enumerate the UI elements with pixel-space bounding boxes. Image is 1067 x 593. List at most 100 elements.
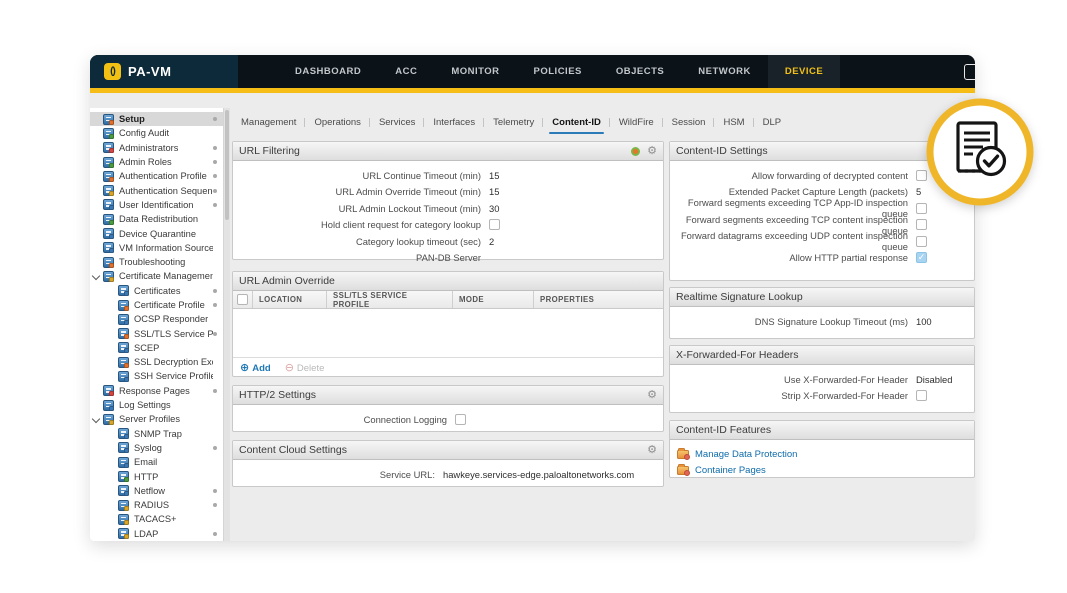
column-header-location[interactable]: LOCATION: [253, 291, 327, 308]
allow-http-partial-response-checkbox[interactable]: ✓: [916, 252, 927, 263]
delete-button[interactable]: ⊖Delete: [285, 363, 325, 374]
sidebar-item[interactable]: VM Information Sources: [90, 241, 223, 255]
gold-accent-stripe: [90, 88, 975, 93]
sidebar-item[interactable]: Syslog: [90, 441, 223, 455]
panel-title: Content-ID Settings: [676, 145, 768, 157]
sidebar-item[interactable]: Administrators: [90, 141, 223, 155]
field-value: 30: [489, 203, 499, 214]
sidebar-item[interactable]: Netflow: [90, 484, 223, 498]
sidebar-item[interactable]: SSL Decryption Exclusion: [90, 355, 223, 369]
content-cloud-settings-header: Content Cloud Settings ⚙: [233, 441, 663, 460]
setup-tab[interactable]: Interfaces: [424, 112, 484, 134]
nav-tab[interactable]: MONITOR: [434, 55, 516, 88]
nav-tab[interactable]: OBJECTS: [599, 55, 681, 88]
column-header-properties[interactable]: PROPERTIES: [534, 291, 663, 308]
sidebar-item-label: SSH Service Profile: [134, 371, 213, 381]
setup-tab[interactable]: WildFire: [610, 112, 663, 134]
netflow-icon: [118, 485, 129, 496]
sidebar-item[interactable]: Troubleshooting: [90, 255, 223, 269]
nav-tab[interactable]: DEVICE: [768, 55, 840, 88]
sidebar-item[interactable]: Admin Roles: [90, 155, 223, 169]
setup-tab[interactable]: Telemetry: [484, 112, 543, 134]
sidebar-item[interactable]: Authentication Sequence: [90, 183, 223, 197]
tacacs-icon: [118, 514, 129, 525]
setup-tab[interactable]: Services: [370, 112, 424, 134]
sidebar-scrollbar[interactable]: [223, 108, 230, 541]
sidebar-item[interactable]: Server Profiles: [90, 412, 223, 426]
add-button[interactable]: ⊕Add: [240, 363, 271, 374]
sidebar-item-label: Log Settings: [119, 400, 171, 410]
syslog-icon: [118, 442, 129, 453]
nav-tab-label: ACC: [395, 66, 417, 77]
sidebar-item[interactable]: SCEP: [90, 341, 223, 355]
setup-tab[interactable]: DLP: [754, 112, 790, 134]
column-header-mode[interactable]: MODE: [453, 291, 534, 308]
sidebar-item[interactable]: Response Pages: [90, 384, 223, 398]
field-label: Use X-Forwarded-For Header: [670, 374, 916, 385]
sidebar-item[interactable]: HTTP: [90, 469, 223, 483]
strip-xff-header-checkbox[interactable]: [916, 390, 927, 401]
nav-tab[interactable]: POLICIES: [517, 55, 599, 88]
setup-tab[interactable]: Session: [663, 112, 715, 134]
sidebar-item[interactable]: TACACS+: [90, 512, 223, 526]
sidebar-item[interactable]: Certificate Management: [90, 269, 223, 283]
container-pages-link[interactable]: Container Pages: [670, 462, 974, 478]
chevron-down-icon[interactable]: [92, 272, 100, 280]
manage-data-protection-link[interactable]: Manage Data Protection: [670, 446, 974, 462]
hold-client-request-checkbox[interactable]: [489, 219, 500, 230]
sidebar-item[interactable]: OCSP Responder: [90, 312, 223, 326]
sidebar-item[interactable]: Data Redistribution: [90, 212, 223, 226]
sidebar-item[interactable]: Log Settings: [90, 398, 223, 412]
field-label: Strip X-Forwarded-For Header: [670, 390, 916, 401]
field-label: DNS Signature Lookup Timeout (ms): [670, 316, 916, 327]
setup-tab[interactable]: Content-ID: [543, 112, 610, 134]
pan-db-status-icon[interactable]: [631, 147, 640, 156]
item-dot-icon: [213, 446, 217, 450]
nav-tab[interactable]: DASHBOARD: [278, 55, 378, 88]
forward-udp-content-queue-checkbox[interactable]: [916, 236, 927, 247]
select-all-checkbox[interactable]: [237, 294, 248, 305]
sidebar-item[interactable]: Authentication Profile: [90, 169, 223, 183]
sidebar-item[interactable]: Certificate Profile: [90, 298, 223, 312]
sidebar-item-label: VM Information Sources: [119, 243, 213, 253]
item-dot-icon: [213, 503, 217, 507]
setup-tab[interactable]: Operations: [305, 112, 369, 134]
sidebar-item-label: Data Redistribution: [119, 214, 198, 224]
chevron-down-icon[interactable]: [92, 415, 100, 423]
certificate-profile-icon: [118, 300, 129, 311]
setup-tab[interactable]: Management: [232, 112, 305, 134]
column-header-ssl-tls-profile[interactable]: SSL/TLS SERVICE PROFILE: [327, 291, 453, 308]
sidebar-item[interactable]: Config Audit: [90, 126, 223, 140]
sidebar-item[interactable]: Certificates: [90, 284, 223, 298]
item-dot-icon: [213, 532, 217, 536]
panel-title: URL Filtering: [239, 145, 300, 157]
sidebar-item[interactable]: SSL/TLS Service Profile: [90, 326, 223, 340]
sidebar-item[interactable]: SSH Service Profile: [90, 369, 223, 383]
nav-tab[interactable]: ACC: [378, 55, 434, 88]
log-settings-icon: [103, 400, 114, 411]
sidebar-item-label: Authentication Profile: [119, 171, 207, 181]
panel-title: Content Cloud Settings: [239, 444, 347, 456]
sidebar-item[interactable]: LDAP: [90, 527, 223, 541]
gear-icon[interactable]: ⚙: [647, 445, 657, 456]
nav-overflow-button[interactable]: [964, 64, 975, 80]
url-filtering-panel: URL Filtering ⚙ URL Continue Timeout (mi…: [232, 141, 664, 260]
sidebar-item[interactable]: RADIUS: [90, 498, 223, 512]
sidebar-item-label: TACACS+: [134, 514, 176, 524]
sidebar-item-label: OCSP Responder: [134, 314, 208, 324]
sidebar-scrollbar-thumb[interactable]: [225, 110, 229, 220]
nav-tab[interactable]: NETWORK: [681, 55, 768, 88]
use-xff-header-value: Disabled: [916, 374, 952, 385]
sidebar-item[interactable]: Setup: [90, 112, 223, 126]
gear-icon[interactable]: ⚙: [647, 390, 657, 401]
brand-logo[interactable]: () PA-VM: [90, 55, 238, 88]
sidebar-item[interactable]: User Identification: [90, 198, 223, 212]
folder-icon: [677, 450, 689, 459]
sidebar-item[interactable]: Email: [90, 455, 223, 469]
connection-logging-checkbox[interactable]: [455, 414, 466, 425]
forward-tcp-content-queue-checkbox[interactable]: [916, 219, 927, 230]
gear-icon[interactable]: ⚙: [647, 146, 657, 157]
setup-tab[interactable]: HSM: [714, 112, 753, 134]
sidebar-item[interactable]: SNMP Trap: [90, 427, 223, 441]
sidebar-item[interactable]: Device Quarantine: [90, 226, 223, 240]
